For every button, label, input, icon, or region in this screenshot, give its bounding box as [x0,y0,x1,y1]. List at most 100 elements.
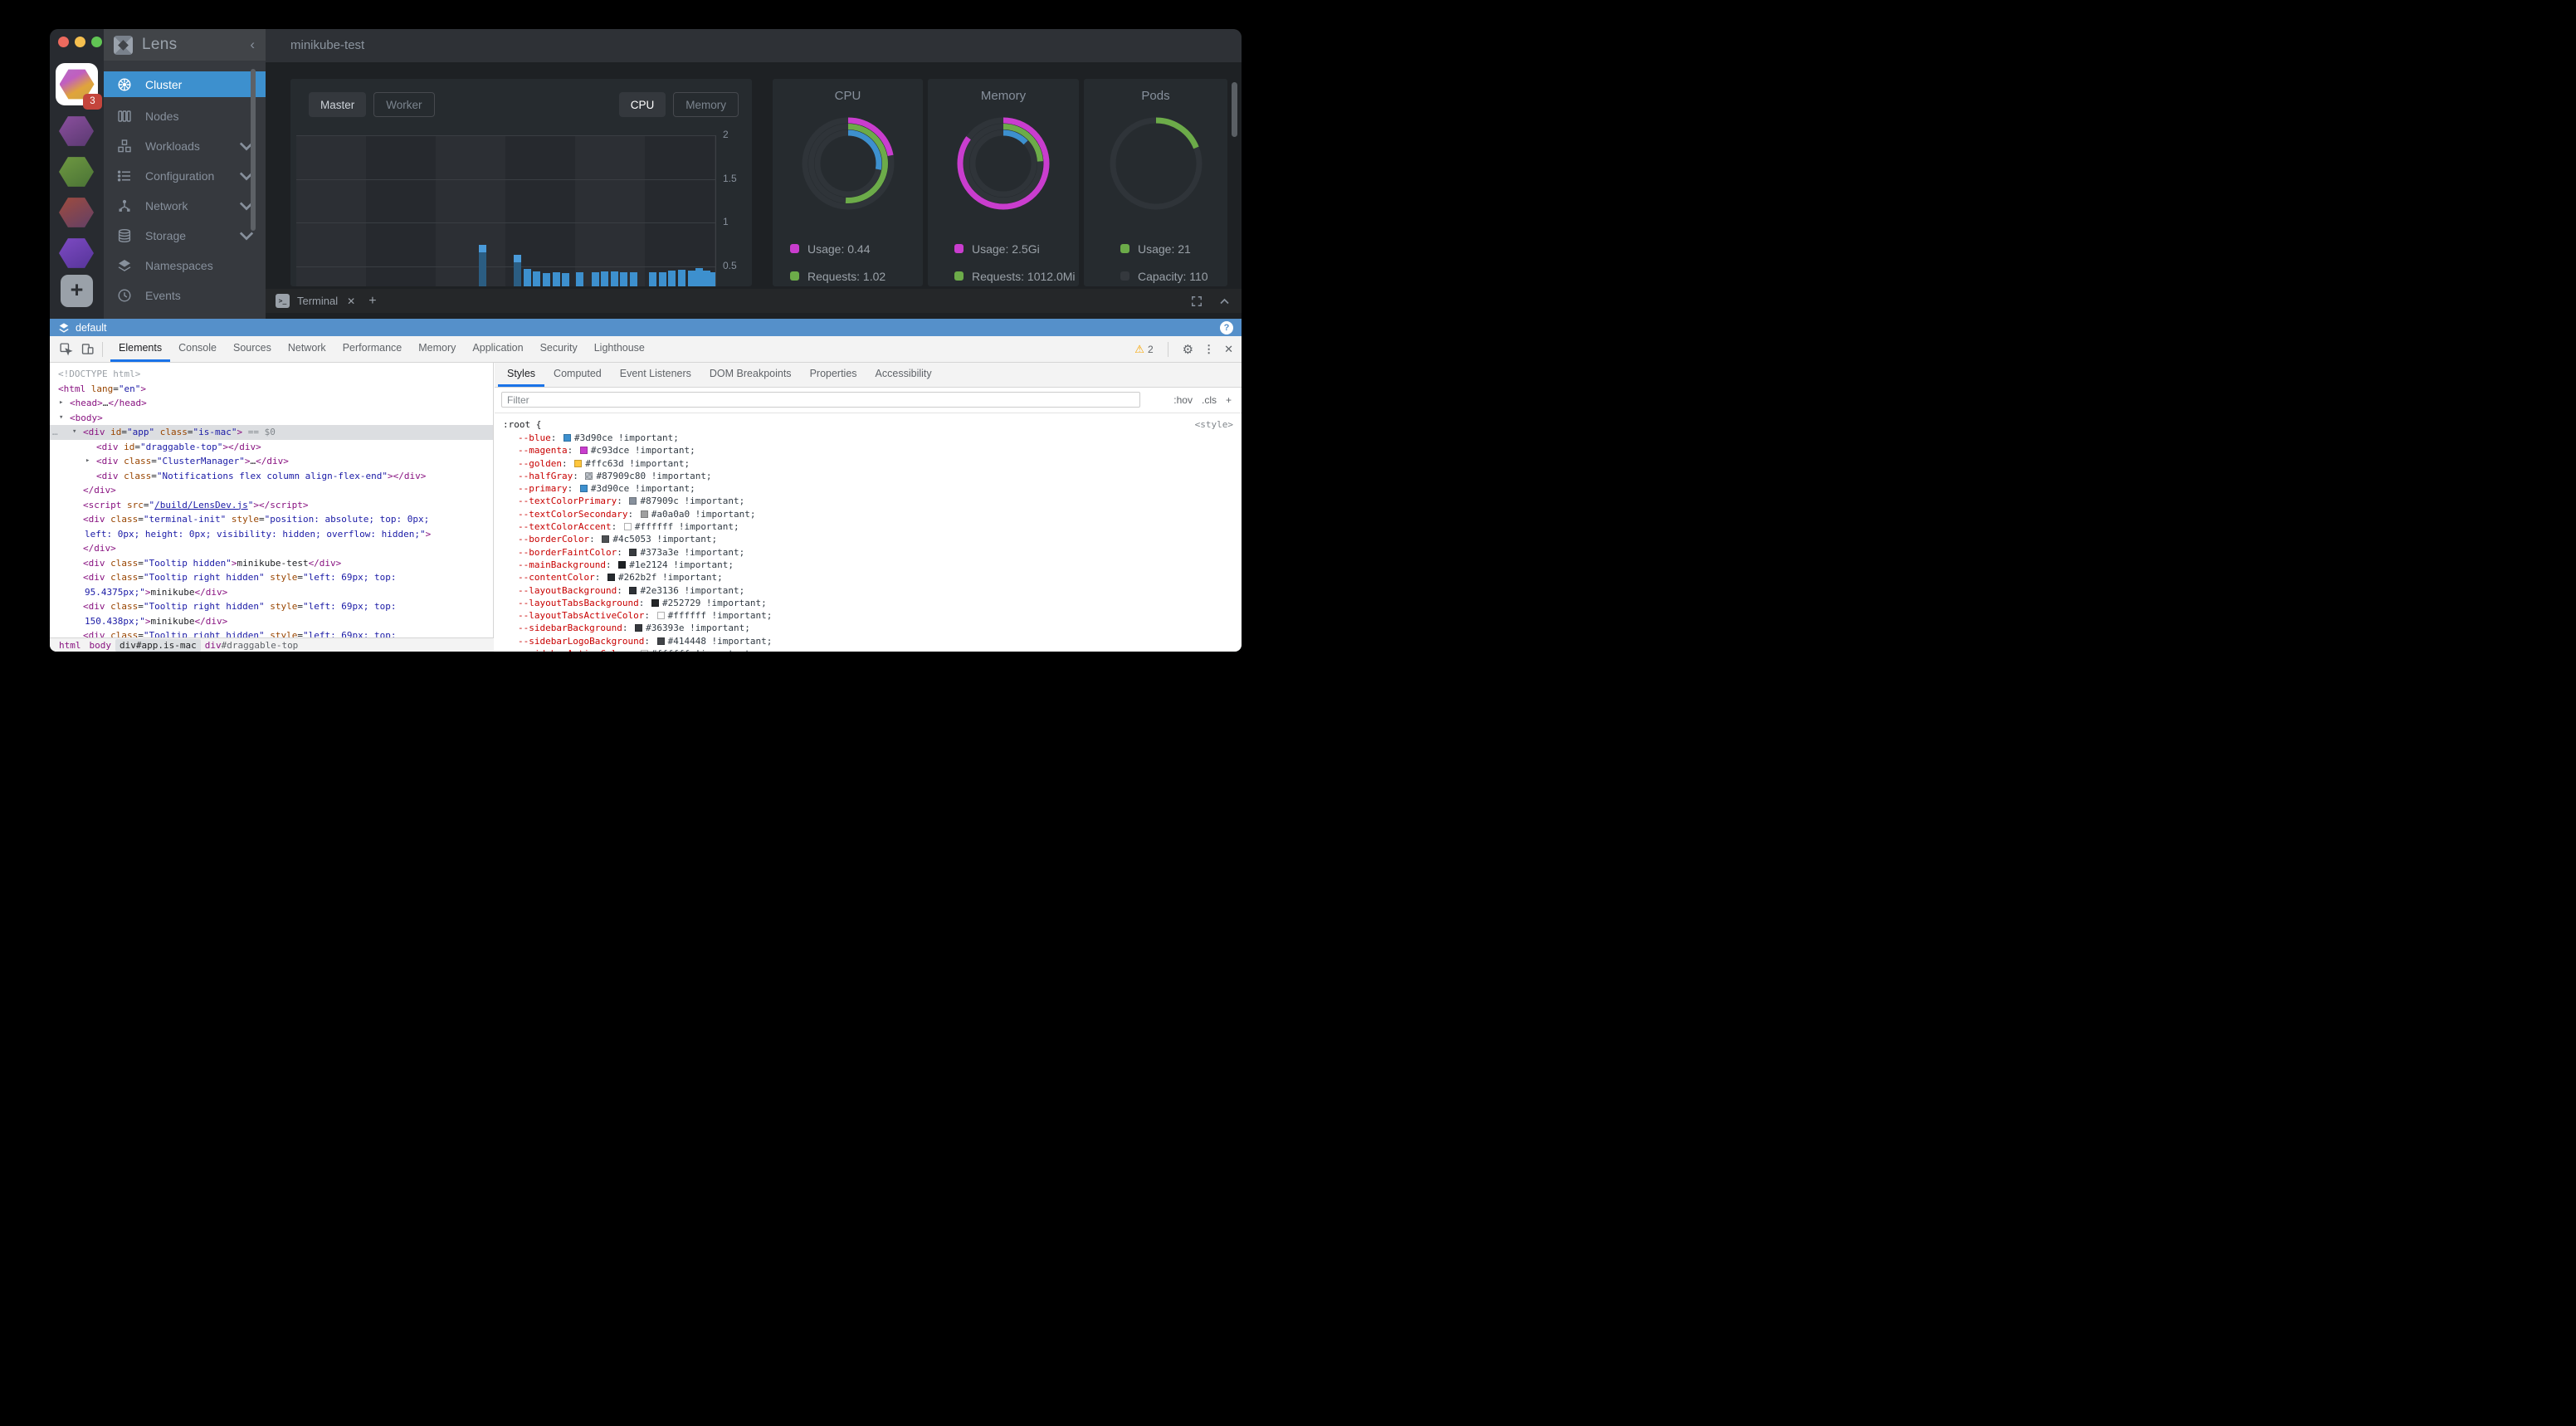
color-swatch[interactable] [657,637,665,645]
devtools-close-icon[interactable]: ✕ [1224,343,1233,356]
tab-accessibility[interactable]: Accessibility [866,363,941,387]
sidebar-collapse-icon[interactable]: ‹ [250,37,255,53]
tab-elements[interactable]: Elements [110,336,170,362]
elements-panel[interactable]: <!DOCTYPE html><html lang="en">▸<head>…<… [50,363,494,637]
inspect-element-icon[interactable] [55,339,76,360]
css-variable[interactable]: --magenta: #c93dce !important; [503,444,1233,457]
color-swatch[interactable] [635,624,642,632]
sidebar-item-cluster[interactable]: Cluster [104,71,266,97]
settings-gear-icon[interactable]: ⚙ [1183,342,1193,357]
tab-application[interactable]: Application [464,336,531,362]
dom-tree-node[interactable]: <!DOCTYPE html> [50,367,493,382]
terminal-close-icon[interactable]: ✕ [347,295,355,307]
tab-sources[interactable]: Sources [225,336,280,362]
color-swatch[interactable] [580,485,588,492]
cpu-toggle[interactable]: CPU [619,92,666,117]
sidebar-item-namespaces[interactable]: Namespaces [104,251,266,281]
device-toolbar-icon[interactable] [76,339,98,360]
css-variable[interactable]: --blue: #3d90ce !important; [503,432,1233,444]
tab-properties[interactable]: Properties [801,363,866,387]
new-terminal-icon[interactable]: + [368,294,376,309]
css-variable[interactable]: --layoutBackground: #2e3136 !important; [503,584,1233,597]
class-toggle[interactable]: .cls [1202,394,1217,406]
namespace-status-bar[interactable]: default ? [50,319,1242,336]
css-variable[interactable]: --halfGray: #87909c80 !important; [503,470,1233,482]
collapse-dock-icon[interactable] [1219,297,1230,305]
dom-tree-node[interactable]: 95.4375px;">minikube</div> [50,585,493,600]
cluster-item-4[interactable] [59,197,94,228]
collapse-arrow-icon[interactable]: ▾ [72,425,76,440]
color-swatch[interactable] [651,599,659,607]
css-variable[interactable]: --layoutTabsBackground: #252729 !importa… [503,597,1233,609]
dom-tree-node[interactable]: left: 0px; height: 0px; visibility: hidd… [50,527,493,542]
dom-tree-node[interactable]: …▾<div id="app" class="is-mac"> == $0 [50,425,493,440]
dom-tree-node[interactable]: <div id="draggable-top"></div> [50,440,493,455]
dom-tree-node[interactable]: ▸<head>…</head> [50,396,493,411]
tab-event-listeners[interactable]: Event Listeners [611,363,700,387]
css-variable[interactable]: --textColorSecondary: #a0a0a0 !important… [503,508,1233,520]
collapse-arrow-icon[interactable]: ▾ [59,411,63,426]
color-swatch[interactable] [629,497,637,505]
css-variable[interactable]: --primary: #3d90ce !important; [503,482,1233,495]
css-variable[interactable]: --layoutTabsActiveColor: #ffffff !import… [503,609,1233,622]
tab-security[interactable]: Security [532,336,586,362]
color-swatch[interactable] [641,510,648,518]
css-variable[interactable]: --borderFaintColor: #373a3e !important; [503,546,1233,559]
tab-lighthouse[interactable]: Lighthouse [586,336,653,362]
dashboard-scrollbar[interactable] [1232,82,1237,137]
console-warnings-badge[interactable]: ⚠ 2 [1134,343,1153,356]
sidebar-item-storage[interactable]: Storage [104,221,266,251]
css-variable[interactable]: --contentColor: #262b2f !important; [503,571,1233,584]
sidebar-item-events[interactable]: Events [104,281,266,310]
sidebar-item-nodes[interactable]: Nodes [104,101,266,131]
dom-tree-node[interactable]: <div class="Tooltip hidden">minikube-tes… [50,556,493,571]
cluster-item-3[interactable] [59,156,94,188]
breadcrumb-item[interactable]: html [55,639,85,652]
color-swatch[interactable] [629,549,637,556]
tab-performance[interactable]: Performance [334,336,411,362]
dom-tree-node[interactable]: <div class="Tooltip right hidden" style=… [50,628,493,637]
expand-arrow-icon[interactable]: ▸ [85,454,90,469]
color-swatch[interactable] [574,460,582,467]
dom-tree-node[interactable]: 150.438px;">minikube</div> [50,614,493,629]
add-cluster-button[interactable]: + [61,275,93,307]
color-swatch[interactable] [607,574,615,581]
dom-tree-node[interactable]: ▾<body> [50,411,493,426]
styles-filter-input[interactable] [501,392,1140,408]
sidebar-item-network[interactable]: Network [104,191,266,221]
cluster-item-2[interactable] [59,115,94,147]
tab-styles[interactable]: Styles [498,363,544,387]
css-variable[interactable]: --textColorAccent: #ffffff !important; [503,520,1233,533]
breadcrumb-item[interactable]: div#draggable-top [201,639,303,652]
more-options-icon[interactable]: ⋮ [1203,343,1214,356]
memory-toggle[interactable]: Memory [673,92,739,117]
css-variable[interactable]: --borderColor: #4c5053 !important; [503,533,1233,545]
color-swatch[interactable] [564,434,571,442]
master-tab[interactable]: Master [309,92,366,117]
worker-tab[interactable]: Worker [373,92,434,117]
tab-memory[interactable]: Memory [410,336,464,362]
dom-tree-node[interactable]: <div class="Notifications flex column al… [50,469,493,484]
color-swatch[interactable] [585,472,593,480]
color-swatch[interactable] [641,650,648,652]
breadcrumb-item[interactable]: body [85,639,116,652]
dom-tree-node[interactable]: <script src="/build/LensDev.js"></script… [50,498,493,513]
sidebar-item-workloads[interactable]: Workloads [104,131,266,161]
color-swatch[interactable] [657,612,665,619]
color-swatch[interactable] [629,587,637,594]
minimize-button[interactable] [75,37,85,47]
color-swatch[interactable] [624,523,632,530]
dom-tree-node[interactable]: </div> [50,541,493,556]
dom-tree-node[interactable]: <div class="Tooltip right hidden" style=… [50,599,493,614]
fullscreen-icon[interactable] [1191,295,1203,307]
dom-tree-node[interactable]: <html lang="en"> [50,382,493,397]
zoom-button[interactable] [91,37,102,47]
sidebar-item-configuration[interactable]: Configuration [104,161,266,191]
style-source-link[interactable]: <style> [1195,418,1233,432]
dom-tree-node[interactable]: <div class="Tooltip right hidden" style=… [50,570,493,585]
cluster-item-active[interactable]: 3 [56,63,98,105]
help-button[interactable]: ? [1220,321,1233,335]
css-variable[interactable]: --sidebarBackground: #36393e !important; [503,622,1233,634]
dom-tree-node[interactable]: </div> [50,483,493,498]
tab-network[interactable]: Network [280,336,334,362]
